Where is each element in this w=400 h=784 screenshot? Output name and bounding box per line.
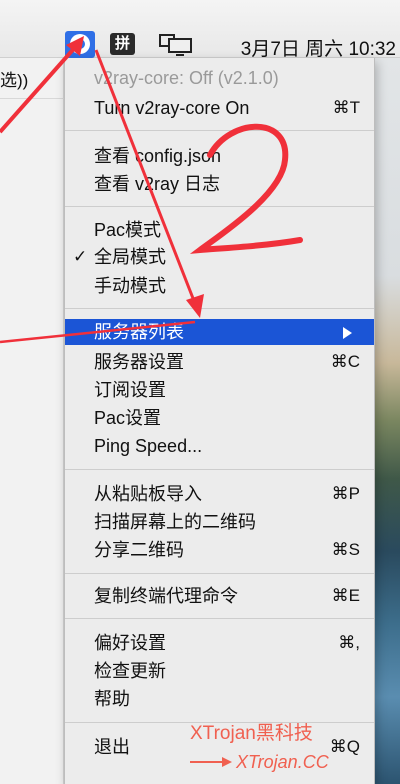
pinyin-input-icon[interactable]: 拼 (110, 33, 135, 55)
menu-separator (65, 130, 374, 131)
menu-item-subscription-settings[interactable]: 订阅设置 (65, 377, 374, 403)
menu-item-pac-mode[interactable]: Pac模式 (65, 217, 374, 243)
menu-item-ping-speed[interactable]: Ping Speed... (65, 433, 374, 459)
background-window: 选)) (0, 58, 64, 784)
menu-bar: 拼 3月7日 周六 10:32 (0, 0, 400, 61)
menu-separator (65, 308, 374, 309)
menu-item-server-list[interactable]: 服务器列表 (65, 319, 374, 345)
v2ray-dropdown-menu: v2ray-core: Off (v2.1.0) Turn v2ray-core… (64, 58, 375, 784)
menu-item-help[interactable]: 帮助 (65, 686, 374, 712)
watermark-title: XTrojan黑科技 (190, 723, 313, 744)
menu-item-turn-on[interactable]: Turn v2ray-core On ⌘T (65, 95, 374, 121)
menu-item-server-settings[interactable]: 服务器设置 ⌘C (65, 349, 374, 375)
checkmark-icon: ✓ (73, 247, 88, 266)
divider (0, 98, 64, 99)
menu-item-check-updates[interactable]: 检查更新 (65, 658, 374, 684)
menu-header-version: v2ray-core: Off (v2.1.0) (94, 68, 279, 88)
menubar-clock[interactable]: 3月7日 周六 10:32 (241, 34, 396, 61)
menu-item-view-config[interactable]: 查看 config.json (65, 143, 374, 169)
submenu-arrow-icon (343, 327, 352, 339)
menu-item-global-mode[interactable]: ✓ 全局模式 (65, 244, 374, 270)
menu-item-share-qr[interactable]: 分享二维码 ⌘S (65, 537, 374, 563)
menu-separator (65, 206, 374, 207)
display-mirroring-icon[interactable] (159, 34, 193, 56)
v2ray-logo (70, 34, 90, 54)
background-window-text: 选)) (0, 71, 29, 90)
menu-item-view-log[interactable]: 查看 v2ray 日志 (65, 171, 374, 197)
menu-separator (65, 469, 374, 470)
menu-item-copy-proxy-command[interactable]: 复制终端代理命令 ⌘E (65, 583, 374, 609)
menu-item-preferences[interactable]: 偏好设置 ⌘, (65, 630, 374, 656)
menu-item-import-clipboard[interactable]: 从粘贴板导入 ⌘P (65, 481, 374, 507)
menu-separator (65, 573, 374, 574)
menu-separator (65, 618, 374, 619)
menu-item-scan-qr[interactable]: 扫描屏幕上的二维码 (65, 509, 374, 535)
menu-item-manual-mode[interactable]: 手动模式 (65, 273, 374, 299)
menu-item-pac-settings[interactable]: Pac设置 (65, 405, 374, 431)
watermark-url: XTrojan.CC (236, 752, 329, 772)
v2ray-icon[interactable] (65, 31, 95, 58)
